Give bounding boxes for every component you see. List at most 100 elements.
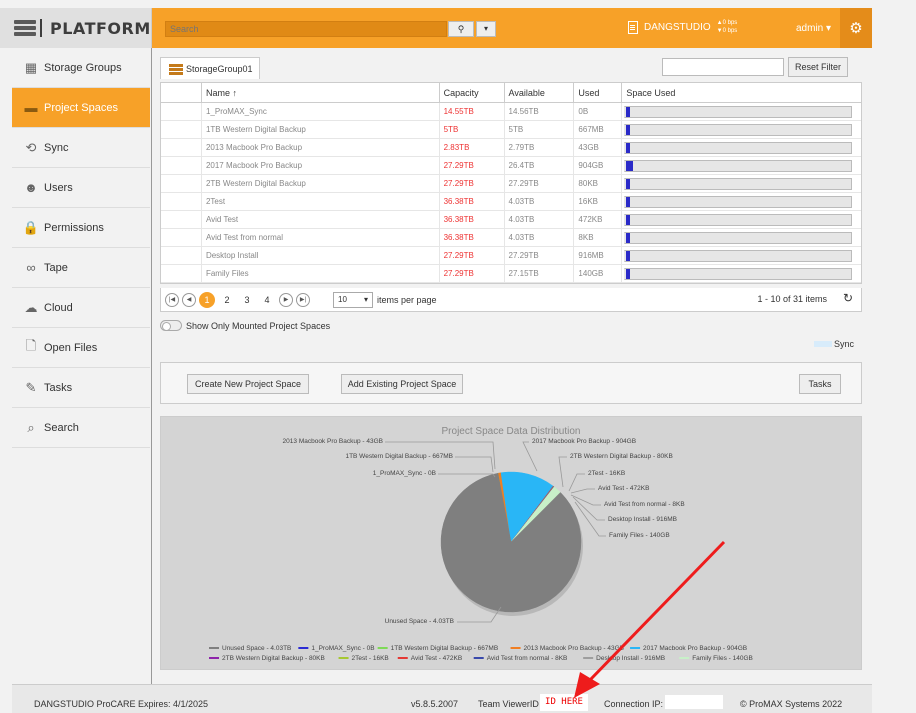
action-toolbar: Create New Project Space Add Existing Pr… [160,362,862,404]
folder-icon: ▬ [24,100,38,115]
page-2-button[interactable]: 2 [219,292,235,308]
next-page-button[interactable]: ▶ [279,292,293,307]
page-size-select[interactable]: 10 ▾ [333,291,373,308]
space-used-fill [625,161,633,171]
logo-icon [14,20,36,36]
cell-capacity: 36.38TB [438,193,504,210]
table-row[interactable]: Avid Test from normal 36.38TB 4.03TB 8KB [161,229,861,247]
server-status[interactable]: DANGSTUDIO ▲0 bps ▼0 bps [628,19,737,35]
slice-label: Unused Space - 4.03TB [385,618,454,625]
cell-capacity: 27.29TB [438,247,504,264]
tasks-button[interactable]: Tasks [799,374,841,394]
sidebar-item-cloud[interactable]: ☁ Cloud [12,288,150,328]
cell-name: 2017 Macbook Pro Backup [200,157,439,174]
search-button[interactable]: ⚲ [448,21,474,37]
storage-groups-icon: ▦ [24,59,38,75]
row-select-cell [161,175,201,192]
col-space-used[interactable]: Space Used [621,83,861,102]
sidebar-item-label: Tasks [44,381,73,394]
legend-entry: 2013 Macbook Pro Backup - 43GB [524,645,624,652]
sidebar-item-permissions[interactable]: 🔒 Permissions [12,208,150,248]
server-name: DANGSTUDIO [644,21,711,33]
connection-ip-label: Connection IP: [604,699,664,709]
slice-label: Family Files - 140GB [609,532,670,539]
table-row[interactable]: Desktop Install 27.29TB 27.29TB 916MB [161,247,861,265]
cell-space-used [621,247,861,264]
cell-capacity: 27.29TB [438,175,504,192]
add-existing-project-space-button[interactable]: Add Existing Project Space [341,374,463,394]
space-used-fill [625,197,631,207]
page-1-button[interactable]: 1 [199,291,215,308]
logo[interactable]: PLATFORM [0,8,152,48]
legend-entry: 2017 Macbook Pro Backup - 904GB [643,645,747,652]
cell-capacity: 36.38TB [438,229,504,246]
sidebar-item-tasks[interactable]: ✎ Tasks [12,368,150,408]
sidebar-item-project-spaces[interactable]: ▬ Project Spaces [12,88,150,128]
user-menu[interactable]: admin ▾ [796,23,831,34]
space-used-bar [624,160,853,172]
filter-input[interactable] [662,58,784,76]
table-row[interactable]: 1_ProMAX_Sync 14.55TB 14.56TB 0B [161,103,861,121]
cell-used: 916MB [573,247,621,264]
mounted-toggle[interactable] [160,320,182,331]
cell-used: 0B [573,103,621,120]
row-select-cell [161,247,201,264]
prev-page-button[interactable]: ◀ [182,292,196,307]
cell-capacity: 5TB [438,121,504,138]
sidebar-item-tape[interactable]: ∞ Tape [12,248,150,288]
search-input[interactable] [165,21,447,37]
table-header: Name ↑ Capacity Available Used Space Use… [161,83,861,103]
col-name[interactable]: Name ↑ [200,83,439,102]
table-row[interactable]: Family Files 27.29TB 27.15TB 140GB [161,265,861,283]
table-row[interactable]: 2017 Macbook Pro Backup 27.29TB 26.4TB 904G… [161,157,861,175]
col-available[interactable]: Available [503,83,574,102]
search-icon: ⚲ [457,24,465,34]
sidebar-item-label: Search [44,421,79,434]
sidebar-item-storage-groups[interactable]: ▦ Storage Groups [12,48,150,88]
cell-name: Family Files [200,265,439,282]
cell-available: 4.03TB [503,229,574,246]
cell-used: 43GB [573,139,621,156]
row-select-cell [161,103,201,120]
table-row[interactable]: 2Test 36.38TB 4.03TB 16KB [161,193,861,211]
col-used[interactable]: Used [573,83,621,102]
lock-icon: 🔒 [22,219,40,235]
col-capacity[interactable]: Capacity [438,83,504,102]
table-row[interactable]: 2013 Macbook Pro Backup 2.83TB 2.79TB 43GB [161,139,861,157]
legend-entry: Avid Test - 472KB [411,655,462,662]
legend-entry: Avid Test from normal - 8KB [487,655,568,662]
slice-label: Desktop Install - 916MB [608,516,677,523]
sidebar-item-search[interactable]: ⌕ Search [12,408,150,448]
cell-space-used [621,121,861,138]
table-row[interactable]: 1TB Western Digital Backup 5TB 5TB 667MB [161,121,861,139]
sidebar-item-label: Permissions [44,221,104,234]
create-project-space-button[interactable]: Create New Project Space [187,374,309,394]
tab-storage-group[interactable]: StorageGroup01 [160,57,260,79]
cell-used: 904GB [573,157,621,174]
sidebar-item-label: Cloud [44,301,73,314]
page-3-button[interactable]: 3 [239,292,255,308]
settings-button[interactable]: ⚙ [840,8,872,48]
users-icon: ☻ [24,180,38,195]
sidebar-item-open-files[interactable]: 🗋 Open Files [12,328,150,368]
sync-legend: Sync [814,339,854,349]
tape-icon: ∞ [26,260,36,275]
search-dropdown-button[interactable]: ▾ [476,21,496,37]
table-row[interactable]: 2TB Western Digital Backup 27.29TB 27.29TB… [161,175,861,193]
last-page-button[interactable]: ▶| [296,292,310,307]
legend-entry: 2TB Western Digital Backup - 80KB [222,655,325,662]
refresh-icon[interactable]: ↻ [843,291,853,305]
sidebar-item-sync[interactable]: ⟲ Sync [12,128,150,168]
reset-filter-button[interactable]: Reset Filter [788,57,848,77]
cell-available: 26.4TB [503,157,574,174]
page-4-button[interactable]: 4 [259,292,275,308]
cell-space-used [621,229,861,246]
sidebar-item-users[interactable]: ☻ Users [12,168,150,208]
cloud-icon: ☁ [24,299,38,315]
table-row[interactable]: Avid Test 36.38TB 4.03TB 472KB [161,211,861,229]
first-page-button[interactable]: |◀ [165,292,179,307]
server-doc-icon [628,20,638,34]
cell-used: 472KB [573,211,621,228]
pager-info: 1 - 10 of 31 items [757,294,827,304]
gear-icon: ⚙ [849,20,863,37]
